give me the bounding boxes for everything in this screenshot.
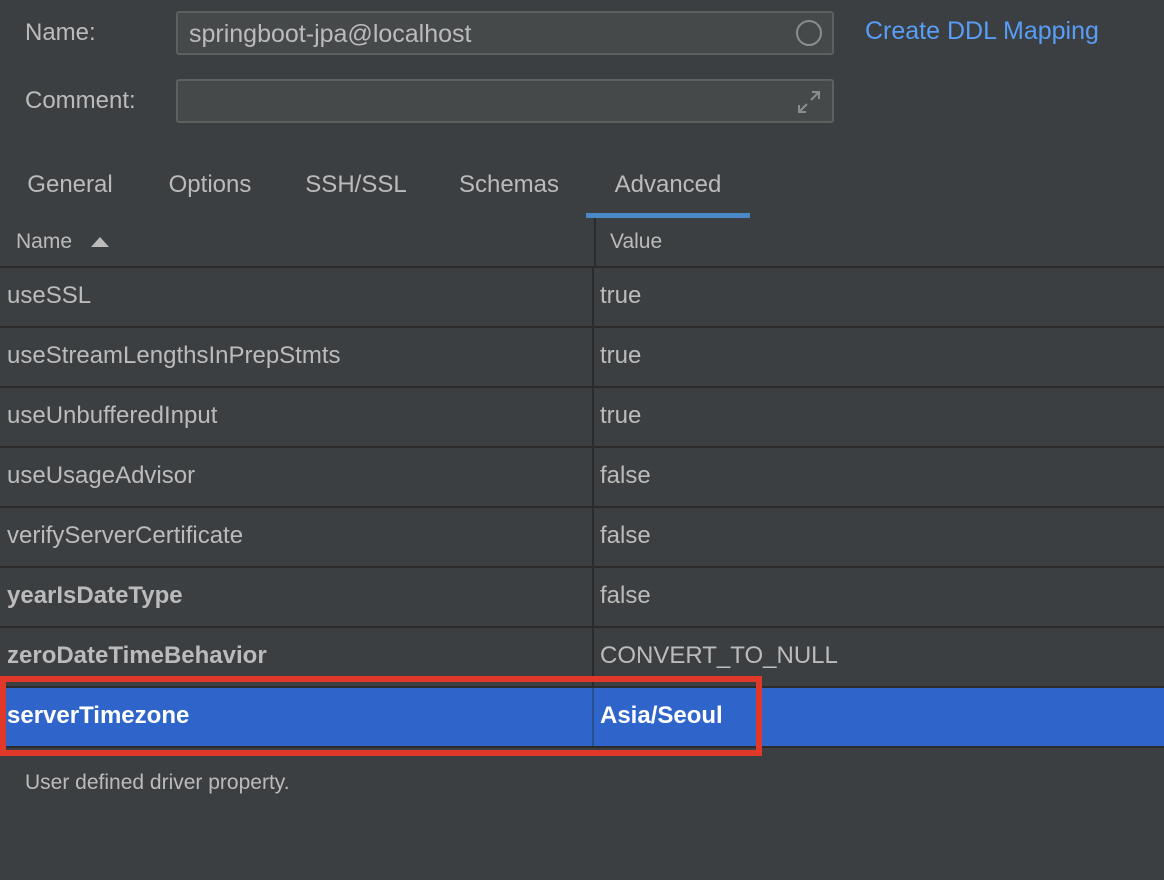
property-value[interactable]: true	[600, 282, 641, 310]
property-description: User defined driver property.	[25, 771, 290, 794]
table-row[interactable]: useUnbufferedInput true	[0, 388, 1164, 448]
table-row-selected[interactable]: serverTimezone Asia/Seoul	[0, 688, 1164, 748]
table-row[interactable]: zeroDateTimeBehavior CONVERT_TO_NULL	[0, 628, 1164, 688]
table-row[interactable]: yearIsDateType false	[0, 568, 1164, 628]
column-header-name[interactable]: Name	[16, 230, 72, 254]
column-divider	[592, 508, 594, 566]
column-divider	[592, 268, 594, 326]
name-input-value: springboot-jpa@localhost	[189, 20, 472, 48]
name-input[interactable]: springboot-jpa@localhost	[176, 11, 834, 55]
expand-icon[interactable]	[796, 89, 822, 115]
tab-ssh-ssl[interactable]: SSH/SSL	[282, 160, 430, 218]
table-header: Name Value	[0, 218, 1164, 268]
tab-general[interactable]: General	[0, 160, 140, 218]
property-value[interactable]: Asia/Seoul	[600, 702, 723, 730]
property-name: useStreamLengthsInPrepStmts	[7, 342, 341, 369]
table-row[interactable]: useUsageAdvisor false	[0, 448, 1164, 508]
sort-ascending-icon[interactable]	[91, 237, 109, 247]
column-divider	[592, 388, 594, 446]
property-value[interactable]: CONVERT_TO_NULL	[600, 642, 838, 670]
name-label: Name:	[25, 19, 96, 46]
create-ddl-mapping-link[interactable]: Create DDL Mapping	[865, 17, 1099, 46]
table-row[interactable]: useStreamLengthsInPrepStmts true	[0, 328, 1164, 388]
property-value[interactable]: true	[600, 402, 641, 430]
column-divider[interactable]	[594, 218, 596, 266]
table-row[interactable]: verifyServerCertificate false	[0, 508, 1164, 568]
property-name: useSSL	[7, 282, 92, 309]
comment-label: Comment:	[25, 87, 136, 114]
circle-icon[interactable]	[796, 20, 822, 46]
tab-options[interactable]: Options	[140, 160, 280, 218]
property-name: verifyServerCertificate	[7, 522, 244, 549]
property-name: zeroDateTimeBehavior	[7, 642, 267, 669]
property-name: serverTimezone	[7, 702, 190, 729]
property-value[interactable]: false	[600, 582, 651, 610]
column-divider	[592, 628, 594, 686]
property-value[interactable]: true	[600, 342, 641, 370]
column-divider	[592, 568, 594, 626]
tab-advanced[interactable]: Advanced	[586, 160, 750, 218]
properties-table: Name Value useSSL true useStreamLengthsI…	[0, 218, 1164, 748]
column-divider	[592, 688, 594, 746]
property-value[interactable]: false	[600, 522, 651, 550]
column-divider	[592, 448, 594, 506]
column-header-value[interactable]: Value	[610, 230, 662, 254]
tab-schemas[interactable]: Schemas	[432, 160, 586, 218]
property-name: useUnbufferedInput	[7, 402, 218, 429]
tab-bar: General Options SSH/SSL Schemas Advanced	[0, 160, 1164, 220]
table-row[interactable]: useSSL true	[0, 268, 1164, 328]
property-value[interactable]: false	[600, 462, 651, 490]
property-name: useUsageAdvisor	[7, 462, 196, 489]
comment-input[interactable]	[176, 79, 834, 123]
property-name: yearIsDateType	[7, 582, 183, 609]
column-divider	[592, 328, 594, 386]
